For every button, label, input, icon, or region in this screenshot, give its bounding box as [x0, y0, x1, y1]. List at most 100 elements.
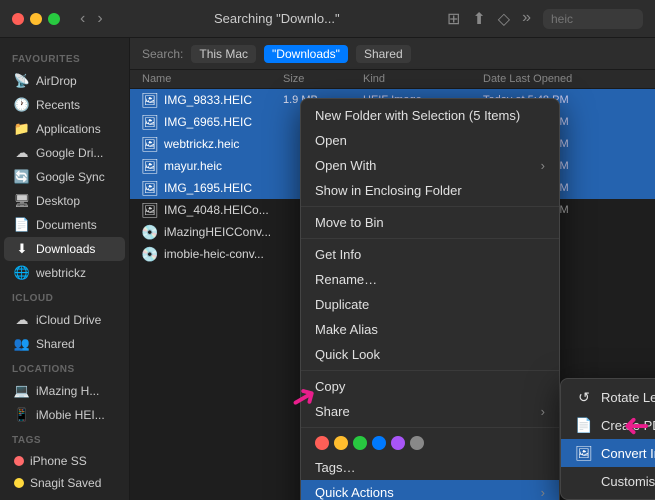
sidebar-section-tags: Tags [0, 427, 129, 450]
titlebar-actions: ⊞ ⬆ ◇ » [447, 9, 643, 29]
col-date: Date Last Opened [483, 73, 643, 85]
file-icon: 🖼 [142, 92, 158, 108]
sm-convert-image[interactable]: 🖼 Convert Image [561, 439, 655, 467]
sm-customise[interactable]: Customise… [561, 467, 655, 495]
tag-yellow[interactable] [334, 436, 348, 450]
content-area: Search: This Mac "Downloads" Shared Name… [130, 38, 655, 500]
cm-duplicate-label: Duplicate [315, 297, 545, 312]
cm-duplicate[interactable]: Duplicate [301, 292, 559, 317]
tag-purple[interactable] [391, 436, 405, 450]
col-kind: Kind [363, 73, 483, 85]
cm-open[interactable]: Open [301, 128, 559, 153]
sm-rotate-left-label: Rotate Left [601, 390, 655, 405]
file-icon: 💿 [142, 246, 158, 262]
cm-quick-actions[interactable]: Quick Actions › [301, 480, 559, 500]
sidebar-item-icloud[interactable]: ☁ iCloud Drive [4, 308, 125, 332]
titlebar: ‹ › Searching "Downlo..." ⊞ ⬆ ◇ » [0, 0, 655, 38]
sidebar-item-recents[interactable]: 🕐 Recents [4, 93, 125, 117]
cm-quick-look[interactable]: Quick Look [301, 342, 559, 367]
cm-open-with-arrow: › [541, 158, 545, 173]
sidebar-item-webtrickz[interactable]: 🌐 webtrickz [4, 261, 125, 285]
maximize-button[interactable] [48, 13, 60, 25]
cm-rename[interactable]: Rename… [301, 267, 559, 292]
more-icon[interactable]: » [522, 9, 531, 29]
sm-rotate-left[interactable]: ↺ Rotate Left [561, 383, 655, 411]
search-tab-downloads[interactable]: "Downloads" [264, 45, 348, 63]
view-icon[interactable]: ⊞ [447, 9, 460, 29]
sm-convert-image-label: Convert Image [601, 446, 655, 461]
close-button[interactable] [12, 13, 24, 25]
airdrop-icon: 📡 [14, 73, 30, 89]
webtrickz-icon: 🌐 [14, 265, 30, 281]
cm-new-folder-label: New Folder with Selection (5 Items) [315, 108, 545, 123]
back-button[interactable]: ‹ [76, 10, 89, 28]
action-icon[interactable]: ⬆ [472, 9, 485, 29]
cm-sep-2 [301, 238, 559, 239]
cm-rename-label: Rename… [315, 272, 545, 287]
sidebar-item-tag-snagit[interactable]: Snagit Saved [4, 472, 125, 494]
icloud-icon: ☁ [14, 312, 30, 328]
sidebar-item-tag-iphoneSS[interactable]: iPhone SS [4, 450, 125, 472]
sidebar-airdrop-label: AirDrop [36, 74, 77, 88]
sidebar-item-desktop[interactable]: 🖥 Desktop [4, 189, 125, 213]
file-name: IMG_1695.HEIC [164, 181, 252, 195]
sidebar-item-tag-webtrickz[interactable]: WebTrickz [4, 494, 125, 500]
sidebar-item-imazing[interactable]: 💻 iMazing H... [4, 379, 125, 403]
tag-dot-yellow [14, 478, 24, 488]
cm-tags-row [301, 431, 559, 455]
cm-open-with-label: Open With [315, 158, 541, 173]
sidebar-recents-label: Recents [36, 98, 80, 112]
search-tab-shared[interactable]: Shared [356, 45, 411, 63]
search-bar: Search: This Mac "Downloads" Shared [130, 38, 655, 70]
search-input[interactable] [543, 9, 643, 29]
sidebar-icloud-label: iCloud Drive [36, 313, 101, 327]
cm-quick-look-label: Quick Look [315, 347, 545, 362]
file-name: IMG_4048.HEICo... [164, 203, 269, 217]
context-menu: New Folder with Selection (5 Items) Open… [300, 98, 560, 500]
sidebar-item-imobie[interactable]: 📱 iMobie HEI... [4, 403, 125, 427]
sidebar-item-applications[interactable]: 📁 Applications [4, 117, 125, 141]
sidebar-item-shared[interactable]: 👥 Shared [4, 332, 125, 356]
cm-new-folder[interactable]: New Folder with Selection (5 Items) [301, 103, 559, 128]
rotate-left-icon: ↺ [575, 388, 593, 406]
cm-sep-4 [301, 427, 559, 428]
tag-icon[interactable]: ◇ [498, 9, 510, 29]
sidebar-section-locations: Locations [0, 356, 129, 379]
col-name: Name [142, 73, 283, 85]
cm-open-with[interactable]: Open With › [301, 153, 559, 178]
cm-copy[interactable]: Copy [301, 374, 559, 399]
sm-create-pdf[interactable]: 📄 Create PDF [561, 411, 655, 439]
tag-red[interactable] [315, 436, 329, 450]
sidebar-googledrive-label: Google Dri... [36, 146, 103, 160]
sidebar-item-googlesync[interactable]: 🔄 Google Sync [4, 165, 125, 189]
forward-button[interactable]: › [93, 10, 106, 28]
cm-tags[interactable]: Tags… [301, 455, 559, 480]
tag-gray[interactable] [410, 436, 424, 450]
sidebar-desktop-label: Desktop [36, 194, 80, 208]
file-header: Name Size Kind Date Last Opened [130, 70, 655, 89]
tag-green[interactable] [353, 436, 367, 450]
file-name: IMG_6965.HEIC [164, 115, 252, 129]
cm-share[interactable]: Share › [301, 399, 559, 424]
sidebar-item-downloads[interactable]: ⬇ Downloads [4, 237, 125, 261]
sidebar-applications-label: Applications [36, 122, 101, 136]
search-tab-thismac[interactable]: This Mac [191, 45, 256, 63]
sidebar-section-favourites: Favourites [0, 46, 129, 69]
tag-blue[interactable] [372, 436, 386, 450]
sidebar-shared-label: Shared [36, 337, 75, 351]
applications-icon: 📁 [14, 121, 30, 137]
sidebar-item-documents[interactable]: 📄 Documents [4, 213, 125, 237]
cm-get-info[interactable]: Get Info [301, 242, 559, 267]
cm-make-alias[interactable]: Make Alias [301, 317, 559, 342]
submenu-quick-actions: ↺ Rotate Left 📄 Create PDF 🖼 Convert Ima… [560, 378, 655, 500]
minimize-button[interactable] [30, 13, 42, 25]
sidebar-item-googledrive[interactable]: ☁ Google Dri... [4, 141, 125, 165]
tag-dot-red [14, 456, 24, 466]
cm-move-to-bin[interactable]: Move to Bin [301, 210, 559, 235]
convert-image-icon: 🖼 [575, 444, 593, 462]
file-icon: 🖼 [142, 114, 158, 130]
sidebar-webtrickz-label: webtrickz [36, 266, 86, 280]
cm-show-enclosing[interactable]: Show in Enclosing Folder [301, 178, 559, 203]
cm-quick-actions-arrow: › [541, 485, 545, 500]
sidebar-item-airdrop[interactable]: 📡 AirDrop [4, 69, 125, 93]
